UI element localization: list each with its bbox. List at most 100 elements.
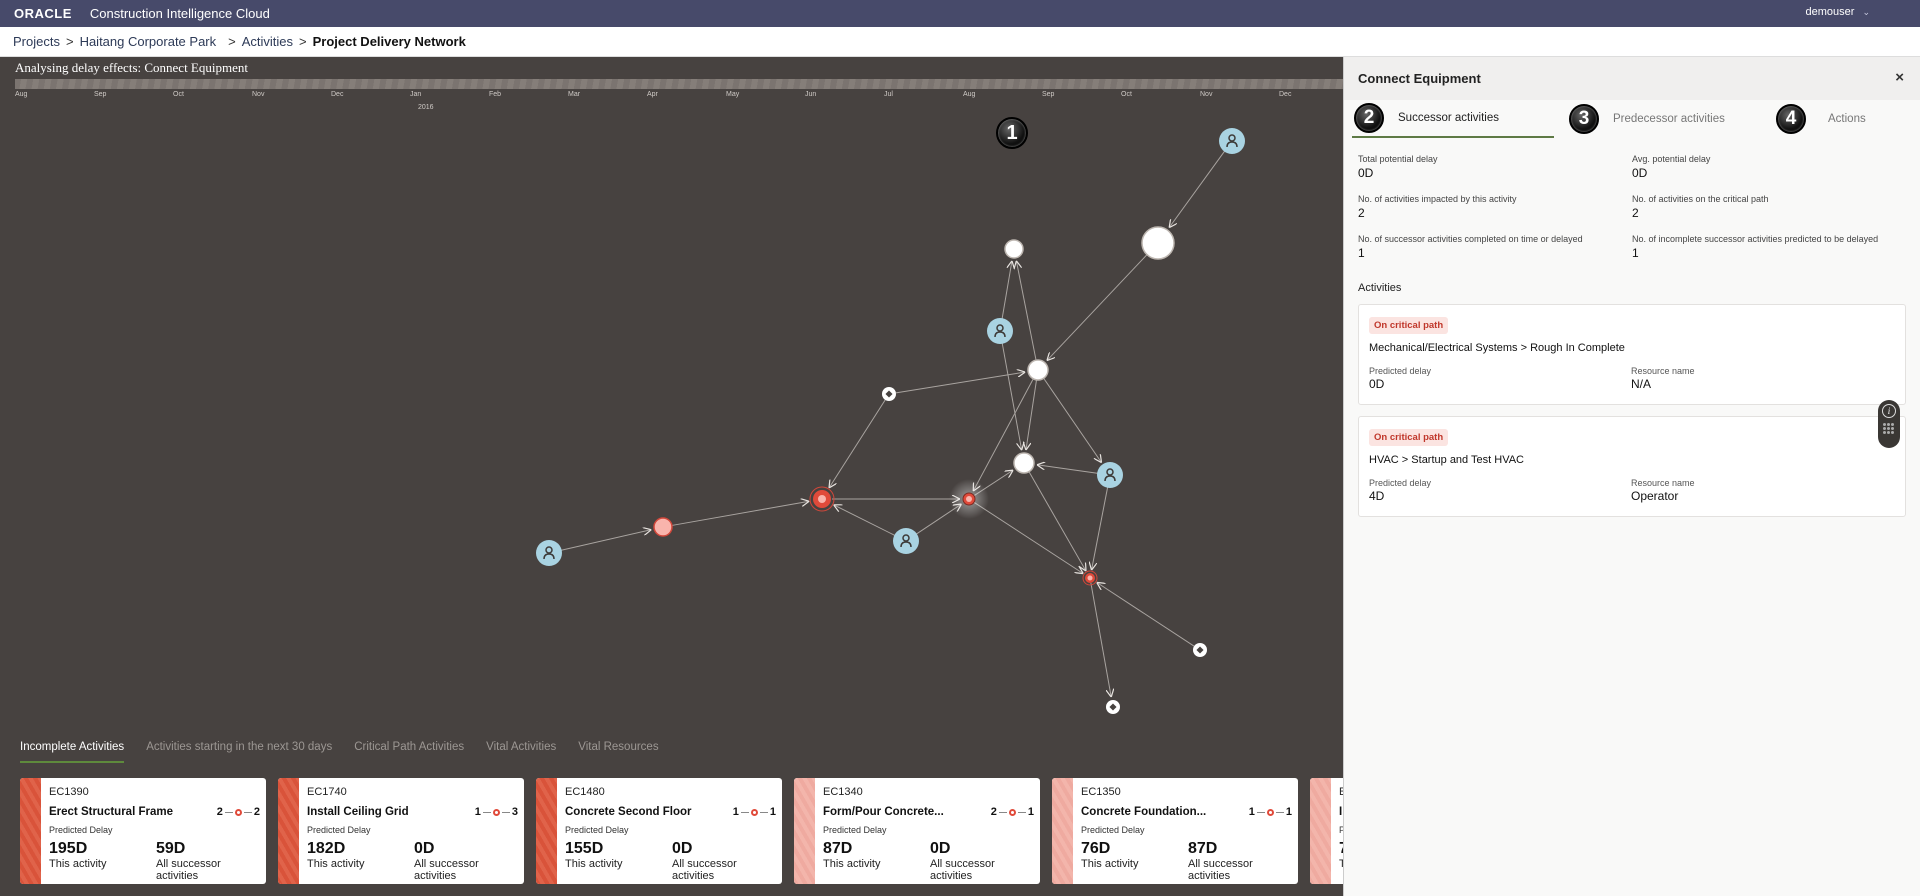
activity-code: EC1480 bbox=[565, 786, 605, 798]
successor-count: 2 bbox=[253, 806, 260, 818]
dependency-edge bbox=[1097, 582, 1195, 647]
grid-menu-icon[interactable] bbox=[1883, 423, 1895, 434]
stat-value: 1 bbox=[1358, 246, 1365, 260]
activity-node-icon bbox=[234, 808, 242, 816]
successor-count: 1 bbox=[1285, 806, 1292, 818]
panel-title: Connect Equipment bbox=[1358, 71, 1481, 86]
user-menu[interactable]: demouser ⌄ bbox=[1806, 6, 1870, 18]
tab-successor-activities[interactable]: 2 Successor activities bbox=[1352, 100, 1554, 138]
activity-node[interactable] bbox=[1027, 359, 1049, 381]
successor-activity-card[interactable]: On critical path HVAC > Startup and Test… bbox=[1358, 416, 1906, 517]
info-icon[interactable]: i bbox=[1882, 404, 1896, 418]
activity-node[interactable] bbox=[1141, 226, 1175, 260]
stat-item: No. of activities impacted by this activ… bbox=[1358, 194, 1632, 220]
breadcrumb-activities[interactable]: Activities bbox=[242, 34, 293, 49]
successor-delay: 87D bbox=[1188, 840, 1218, 857]
activity-title: Startup and Test HVAC bbox=[1411, 454, 1525, 466]
breadcrumb-separator: > bbox=[299, 34, 307, 49]
milestone-node-icon[interactable] bbox=[882, 387, 896, 401]
successor-count: 3 bbox=[511, 806, 518, 818]
severity-stripe bbox=[536, 778, 557, 884]
activity-card[interactable]: E In Pr 7T bbox=[1310, 778, 1343, 884]
resource-node-person-icon[interactable] bbox=[1097, 462, 1123, 488]
help-floater[interactable]: i bbox=[1878, 400, 1900, 448]
activity-node[interactable] bbox=[1013, 452, 1035, 474]
resource-node-person-icon[interactable] bbox=[536, 540, 562, 566]
chevron-down-icon: ⌄ bbox=[1862, 6, 1870, 17]
stat-item: No. of activities on the critical path 2 bbox=[1632, 194, 1892, 220]
this-activity-delay: 182D bbox=[307, 840, 346, 857]
activity-card[interactable]: EC1340 Form/Pour Concrete... 21 Predicte… bbox=[794, 778, 1040, 884]
panel-tabs: 2 Successor activities 3 Predecessor act… bbox=[1344, 100, 1920, 138]
dependency-edge bbox=[895, 372, 1025, 394]
user-name: demouser bbox=[1805, 6, 1855, 18]
predicted-delay-label: Predicted Delay bbox=[307, 825, 371, 835]
activity-card[interactable]: EC1740 Install Ceiling Grid 13 Predicted… bbox=[278, 778, 524, 884]
resource-node-person-icon[interactable] bbox=[893, 528, 919, 554]
severity-stripe bbox=[20, 778, 41, 884]
breadcrumb-separator: > bbox=[228, 34, 236, 49]
dependency-edge bbox=[1090, 582, 1111, 697]
breadcrumb-project[interactable]: Haitang Corporate Park bbox=[80, 34, 217, 49]
separator: > bbox=[1398, 454, 1412, 466]
dependency-edge bbox=[1028, 471, 1086, 571]
critical-activity-node[interactable] bbox=[1082, 570, 1098, 586]
stat-value: 1 bbox=[1632, 246, 1639, 260]
activity-node-icon bbox=[1266, 808, 1274, 816]
stat-item: Avg. potential delay 0D bbox=[1632, 154, 1892, 180]
network-canvas[interactable]: Analysing delay effects: Connect Equipme… bbox=[0, 57, 1343, 896]
milestone-node-icon[interactable] bbox=[1193, 643, 1207, 657]
tab-critical-path[interactable]: Critical Path Activities bbox=[354, 741, 464, 763]
tab-next-30-days[interactable]: Activities starting in the next 30 days bbox=[146, 741, 332, 763]
delayed-activity-node[interactable] bbox=[653, 517, 673, 537]
activity-node[interactable] bbox=[1004, 239, 1024, 259]
selected-critical-node[interactable] bbox=[809, 486, 835, 512]
tab-label: Predecessor activities bbox=[1613, 113, 1725, 125]
stat-label: Total potential delay bbox=[1358, 154, 1438, 164]
this-activity-label: This activity bbox=[565, 858, 623, 870]
activity-card[interactable]: EC1480 Concrete Second Floor 11 Predicte… bbox=[536, 778, 782, 884]
resource-name-value: Operator bbox=[1631, 489, 1679, 503]
tab-predecessor-activities[interactable]: 3 Predecessor activities bbox=[1569, 100, 1725, 138]
activity-code: EC1390 bbox=[49, 786, 89, 798]
successor-activity-card[interactable]: On critical path Mechanical/Electrical S… bbox=[1358, 304, 1906, 405]
activity-cards: EC1390 Erect Structural Frame 22 Predict… bbox=[20, 778, 1343, 884]
this-activity-label: This activity bbox=[1081, 858, 1139, 870]
step-badge-1: 1 bbox=[996, 117, 1028, 149]
network-graph[interactable] bbox=[0, 57, 1343, 896]
successor-label: All successor activities bbox=[156, 858, 221, 882]
milestone-node-icon[interactable] bbox=[1106, 700, 1120, 714]
tab-incomplete-activities[interactable]: Incomplete Activities bbox=[20, 741, 125, 763]
focused-critical-node[interactable] bbox=[949, 479, 989, 519]
tab-vital-activities[interactable]: Vital Activities bbox=[486, 741, 556, 763]
tab-actions[interactable]: 4 Actions bbox=[1776, 100, 1866, 138]
close-icon[interactable]: × bbox=[1895, 69, 1904, 86]
resource-name-label: Resource name bbox=[1631, 366, 1695, 376]
this-activity-label: This activity bbox=[823, 858, 881, 870]
dependency-edge bbox=[671, 501, 809, 526]
app-title: Construction Intelligence Cloud bbox=[89, 6, 270, 21]
activity-card[interactable]: EC1350 Concrete Foundation... 11 Predict… bbox=[1052, 778, 1298, 884]
breadcrumb-separator: > bbox=[65, 34, 74, 49]
resource-node-person-icon[interactable] bbox=[1219, 128, 1245, 154]
tab-label: Actions bbox=[1828, 113, 1866, 125]
activity-code: EC1740 bbox=[307, 786, 347, 798]
resource-name-label: Resource name bbox=[1631, 478, 1695, 488]
activity-card[interactable]: EC1390 Erect Structural Frame 22 Predict… bbox=[20, 778, 266, 884]
successor-delay: 0D bbox=[414, 840, 435, 857]
successor-count: 1 bbox=[1027, 806, 1034, 818]
resource-node-person-icon[interactable] bbox=[987, 318, 1013, 344]
successor-label: All successor activities bbox=[1188, 858, 1253, 882]
step-badge-3: 3 bbox=[1569, 104, 1599, 134]
successor-label: All successor activities bbox=[672, 858, 737, 882]
breadcrumb-projects[interactable]: Projects bbox=[13, 34, 60, 49]
severity-stripe bbox=[1052, 778, 1073, 884]
delay-stats: Total potential delay 0D Avg. potential de… bbox=[1344, 138, 1920, 260]
stat-label: No. of incomplete successor activities p… bbox=[1632, 234, 1879, 244]
activity-title: Rough In Complete bbox=[1530, 342, 1625, 354]
dependency-edge bbox=[1001, 342, 1022, 450]
dependency-edge bbox=[1016, 261, 1037, 361]
stat-item: No. of incomplete successor activities p… bbox=[1632, 234, 1892, 260]
tab-vital-resources[interactable]: Vital Resources bbox=[578, 741, 658, 763]
this-activity-label: This activity bbox=[49, 858, 107, 870]
